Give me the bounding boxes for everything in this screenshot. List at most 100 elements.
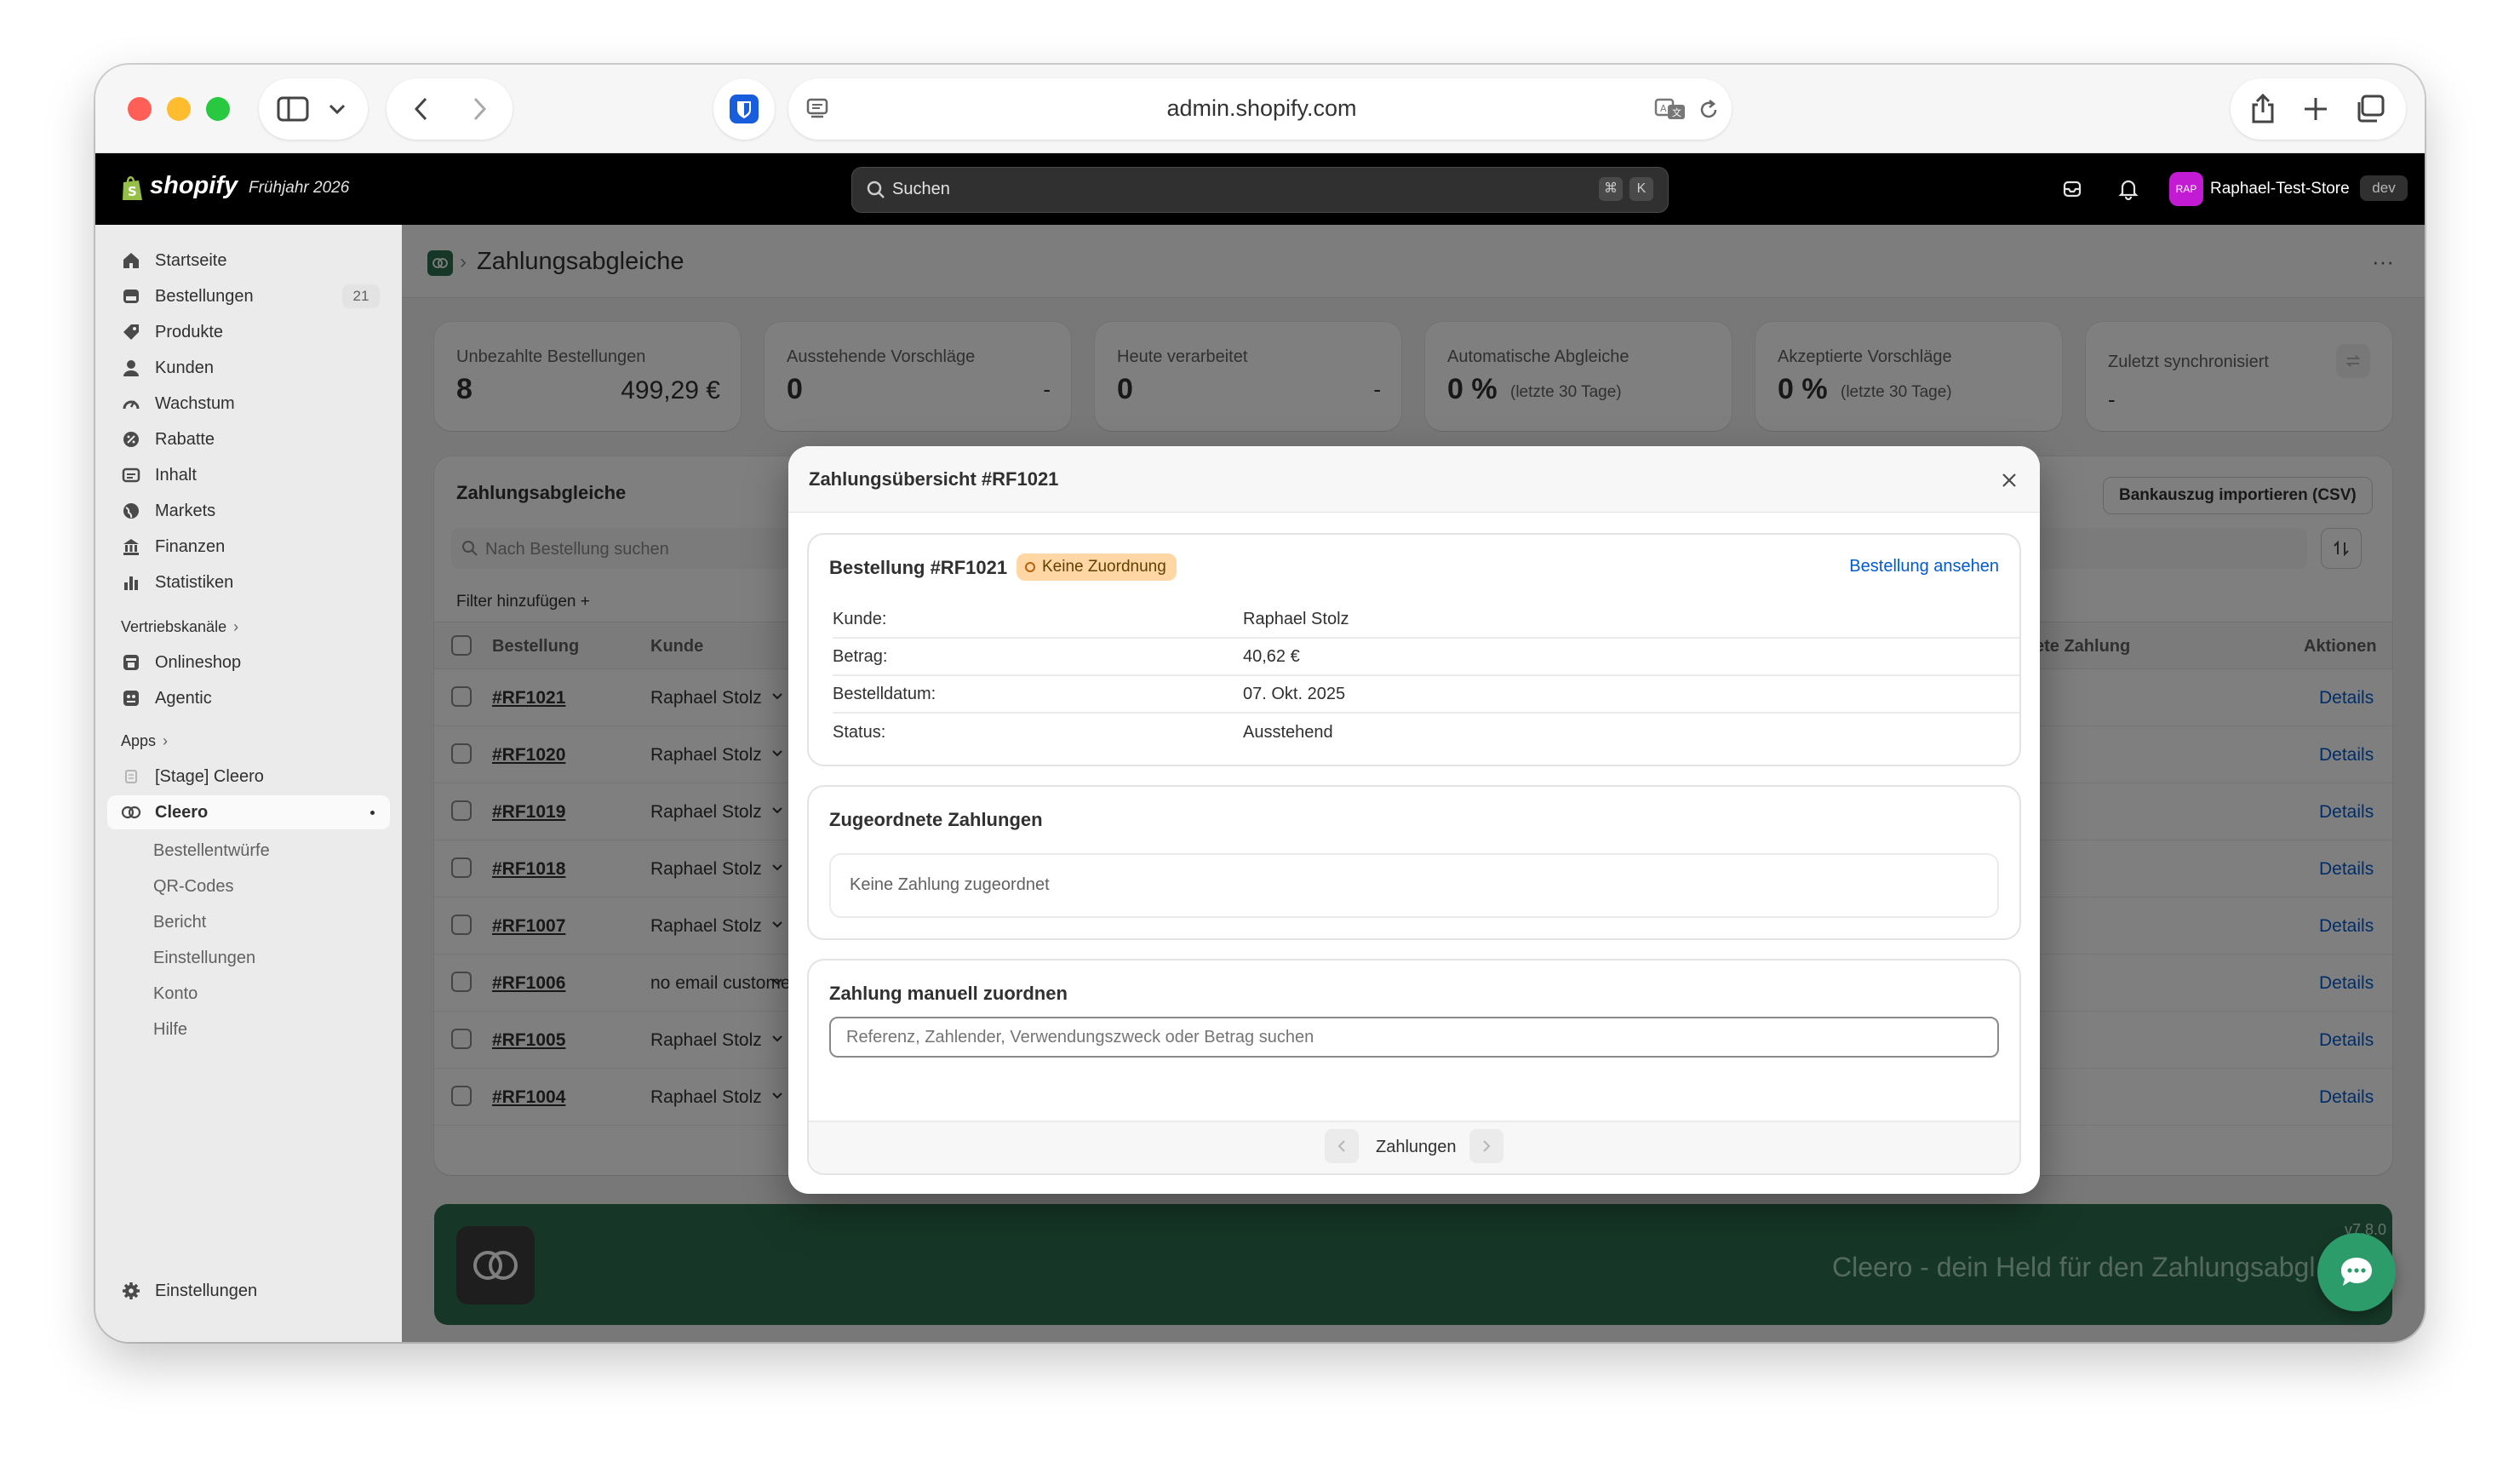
person-icon <box>121 358 141 378</box>
chat-support-button[interactable] <box>2317 1233 2396 1311</box>
reader-mode-icon[interactable] <box>804 95 831 123</box>
sidebar-item-statistiken[interactable]: Statistiken <box>107 565 390 599</box>
app-icon <box>121 766 141 787</box>
share-icon[interactable] <box>2246 92 2280 126</box>
sidebar-item-agentic[interactable]: Agentic <box>107 681 390 715</box>
orders-icon <box>121 286 141 307</box>
sidebar-item-inhalt[interactable]: Inhalt <box>107 458 390 492</box>
globe-icon <box>121 501 141 521</box>
pagination-label: Zahlungen <box>1376 1138 1457 1156</box>
content-icon <box>121 465 141 485</box>
store-avatar[interactable]: RAP <box>2169 172 2203 206</box>
shortcut-k-key: K <box>1629 177 1653 201</box>
close-icon[interactable] <box>1996 467 2023 494</box>
inbox-icon[interactable] <box>2059 175 2086 203</box>
close-window-button[interactable] <box>128 97 152 121</box>
sidebar-subitem-konto[interactable]: Konto <box>153 984 198 1004</box>
manual-assignment-section: Zahlung manuell zuordnen Zahlungen <box>809 961 2019 1173</box>
reload-icon[interactable] <box>1696 97 1721 123</box>
sidebar-item-cleero[interactable]: Cleero <box>107 795 390 829</box>
order-detail-row: Status: Ausstehend <box>833 714 2019 751</box>
cleero-icon <box>121 802 141 823</box>
sidebar-item-bestellungen[interactable]: Bestellungen 21 <box>107 279 390 313</box>
tag-icon <box>121 322 141 342</box>
sidebar-item-rabatte[interactable]: Rabatte <box>107 422 390 456</box>
back-icon[interactable] <box>404 95 438 123</box>
global-search-placeholder: Suchen <box>892 180 950 198</box>
status-badge-label: Keine Zuordnung <box>1042 558 1166 576</box>
sidebar-item-wachstum[interactable]: Wachstum <box>107 387 390 421</box>
edition-label: Frühjahr 2026 <box>249 179 350 197</box>
translate-icon[interactable]: A文 <box>1653 95 1687 123</box>
sidebar-item-label: Statistiken <box>155 572 234 592</box>
shopify-logo-text[interactable]: shopify <box>150 172 238 200</box>
bank-icon <box>121 536 141 557</box>
assigned-heading: Zugeordnete Zahlungen <box>829 809 1043 830</box>
sidebar-item-settings[interactable]: Einstellungen <box>107 1274 390 1308</box>
sidebar-item-label: [Stage] Cleero <box>155 766 264 786</box>
chevron-right-icon: › <box>233 618 239 635</box>
sidebar-subitem-bericht[interactable]: Bericht <box>153 913 206 932</box>
sidebar-item-label: Kunden <box>155 358 214 377</box>
sidebar-item-startseite[interactable]: Startseite <box>107 244 390 278</box>
sidebar-item-label: Rabatte <box>155 429 215 449</box>
apps-heading[interactable]: Apps › <box>121 732 168 750</box>
sidebar-item-kunden[interactable]: Kunden <box>107 351 390 385</box>
new-tab-icon[interactable] <box>2300 94 2331 124</box>
sidebar-item-label: Finanzen <box>155 536 226 556</box>
assigned-empty-text: Keine Zahlung zugeordnet <box>850 875 1050 894</box>
admin-topbar: S shopify Frühjahr 2026 Suchen ⌘ K RAP R… <box>95 153 2425 225</box>
modal-title: Zahlungsübersicht #RF1021 <box>809 468 1059 490</box>
chevron-right-icon: › <box>163 732 169 749</box>
sidebar-item-markets[interactable]: Markets <box>107 494 390 528</box>
bell-icon[interactable] <box>2115 175 2142 203</box>
tabs-overview-icon[interactable] <box>2353 94 2387 124</box>
forward-icon[interactable] <box>463 95 497 123</box>
payment-overview-modal: Zahlungsübersicht #RF1021 Bestellung #RF… <box>788 446 2040 1194</box>
sidebar-item-onlineshop[interactable]: Onlineshop <box>107 645 390 680</box>
bitwarden-shield-icon[interactable] <box>729 94 759 124</box>
order-detail-row: Kunde: Raphael Stolz <box>833 601 2019 639</box>
sidebar-subitem-einstellungen[interactable]: Einstellungen <box>153 949 255 968</box>
order-details-section: Bestellung #RF1021 Keine Zuordnung Beste… <box>809 535 2019 765</box>
next-page-button[interactable] <box>1469 1129 1503 1163</box>
sidebar-item-label: Einstellungen <box>155 1281 258 1300</box>
previous-page-button[interactable] <box>1325 1129 1359 1163</box>
view-order-link[interactable]: Bestellung ansehen <box>1849 557 1999 576</box>
manual-heading: Zahlung manuell zuordnen <box>829 983 1068 1004</box>
shopify-bag-icon[interactable]: S <box>119 174 145 203</box>
store-name[interactable]: Raphael-Test-Store <box>2210 180 2350 198</box>
sidebar-item-label: Startseite <box>155 250 227 270</box>
sidebar-item-finanzen[interactable]: Finanzen <box>107 530 390 564</box>
bar-chart-icon <box>121 572 141 593</box>
sidebar-item-produkte[interactable]: Produkte <box>107 315 390 349</box>
svg-text:文: 文 <box>1672 106 1681 118</box>
sidebar-item-stage-cleero[interactable]: [Stage] Cleero <box>107 760 390 794</box>
detail-label: Bestelldatum: <box>833 684 936 703</box>
sidebar-item-label: Onlineshop <box>155 652 242 672</box>
sidebar-toggle-icon[interactable] <box>276 95 310 123</box>
svg-text:A: A <box>1660 103 1667 114</box>
chevron-down-icon[interactable] <box>327 99 347 119</box>
sidebar-item-label: Cleero <box>155 802 209 822</box>
global-search[interactable] <box>851 167 1669 213</box>
gear-icon <box>121 1281 141 1301</box>
sidebar-item-label: Wachstum <box>155 393 235 413</box>
minimize-window-button[interactable] <box>167 97 191 121</box>
detail-value: Ausstehend <box>1243 722 1333 742</box>
payment-search-input[interactable] <box>829 1017 1999 1058</box>
svg-text:S: S <box>128 184 137 199</box>
orders-count-badge: 21 <box>342 284 380 308</box>
sidebar-subitem-qr-codes[interactable]: QR-Codes <box>153 877 233 897</box>
browser-toolbar: admin.shopify.com A文 <box>95 65 2425 153</box>
order-detail-row: Bestelldatum: 07. Okt. 2025 <box>833 676 2019 714</box>
sidebar-subitem-hilfe[interactable]: Hilfe <box>153 1020 187 1040</box>
sales-channels-heading[interactable]: Vertriebskanäle › <box>121 618 238 636</box>
zoom-window-button[interactable] <box>206 97 230 121</box>
sidebar-subitem-bestellentwuerfe[interactable]: Bestellentwürfe <box>153 841 270 861</box>
detail-value: 40,62 € <box>1243 646 1300 666</box>
status-badge: Keine Zuordnung <box>1017 553 1177 581</box>
order-detail-row: Betrag: 40,62 € <box>833 639 2019 676</box>
agentic-icon <box>121 688 141 708</box>
url-text[interactable]: admin.shopify.com <box>947 95 1577 122</box>
